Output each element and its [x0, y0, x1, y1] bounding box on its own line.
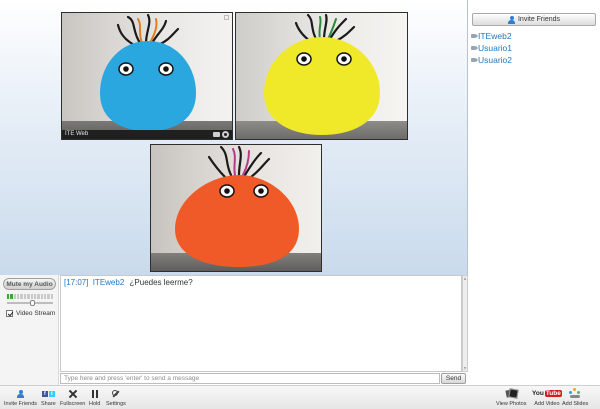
user-list-item[interactable]: Usuario2 — [471, 54, 512, 66]
video-stream-toggle[interactable]: Video Stream — [6, 310, 55, 317]
youtube-you-text: You — [532, 390, 544, 397]
invite-friends-tool-label: Invite Friends — [4, 401, 38, 407]
balloon-figure — [175, 145, 299, 267]
video-caption: ITE Web — [62, 130, 232, 139]
meter-segment — [30, 294, 33, 299]
twitter-icon: t — [48, 390, 55, 397]
meter-segment — [47, 294, 50, 299]
settings-tool[interactable]: Settings — [106, 388, 126, 407]
share-tool[interactable]: f t Share — [41, 388, 56, 407]
video-tile-usuario2[interactable] — [150, 144, 322, 272]
add-slides-tool[interactable]: Add Slides — [562, 388, 588, 407]
invite-friends-button[interactable]: Invite Friends — [472, 13, 596, 26]
user-name: Usuario2 — [478, 55, 513, 65]
mute-audio-button[interactable]: Mute my Audio — [3, 278, 56, 290]
meter-segment — [50, 294, 54, 299]
send-label: Send — [445, 375, 462, 382]
view-photos-tool-label: View Photos — [496, 401, 527, 407]
webcam-icon — [471, 46, 478, 50]
meter-segment — [10, 294, 13, 299]
youtube-tube-text: Tube — [544, 390, 562, 397]
meter-segment — [23, 294, 27, 299]
chat-scrollbar[interactable] — [462, 275, 468, 372]
balloon-figure — [264, 13, 380, 135]
expand-icon[interactable] — [224, 15, 229, 20]
people-icon — [507, 15, 515, 24]
video-tile-ite-web[interactable]: ITE Web — [61, 12, 233, 140]
settings-tool-label: Settings — [106, 401, 126, 407]
webcam-icon — [471, 58, 478, 62]
meter-segment — [13, 294, 17, 299]
send-button[interactable]: Send — [441, 373, 466, 384]
user-name: Usuario1 — [478, 43, 513, 53]
slides-icon — [569, 388, 581, 399]
youtube-icon: You Tube — [532, 390, 562, 397]
gear-icon[interactable] — [222, 131, 229, 138]
chat-log: [17:07] ITEweb2 ¿Puedes leerme? — [60, 275, 462, 372]
meter-segment — [17, 294, 20, 299]
video-tile-usuario1[interactable] — [235, 12, 408, 140]
add-video-tool-label: Add Video — [534, 401, 560, 407]
volume-slider-handle[interactable] — [29, 300, 35, 306]
hold-tool[interactable]: Hold — [89, 388, 100, 407]
chat-message: [17:07] ITEweb2 ¿Puedes leerme? — [64, 278, 458, 288]
hold-tool-label: Hold — [89, 401, 101, 407]
bottom-toolbar: Invite Friends f t Share Fullscreen Hold… — [0, 385, 600, 409]
user-list-item[interactable]: ITEweb2 — [471, 30, 512, 42]
wrench-icon — [111, 389, 120, 398]
fullscreen-tool[interactable]: Fullscreen — [60, 388, 85, 407]
meter-segment — [37, 294, 40, 299]
message-input[interactable] — [60, 373, 440, 384]
audio-level-meter — [7, 294, 54, 299]
user-name: ITEweb2 — [478, 31, 512, 41]
photos-icon — [506, 389, 517, 398]
view-photos-tool[interactable]: View Photos — [496, 388, 526, 407]
meter-segment — [7, 294, 10, 299]
people-icon — [17, 389, 24, 398]
chat-timestamp: [17:07] — [64, 278, 89, 287]
camera-icon[interactable] — [213, 132, 220, 137]
audio-controls: Mute my Audio Video Stream — [0, 275, 59, 385]
mute-audio-label: Mute my Audio — [6, 280, 53, 288]
balloon-figure — [100, 13, 196, 131]
meter-segment — [20, 294, 23, 299]
facebook-icon: f — [41, 390, 48, 397]
video-stream-label: Video Stream — [16, 310, 56, 317]
invite-friends-tool[interactable]: Invite Friends — [4, 388, 37, 407]
share-tool-label: Share — [41, 401, 56, 407]
user-list-item[interactable]: Usuario1 — [471, 42, 512, 54]
meter-segment — [33, 294, 37, 299]
video-stream-checkbox[interactable] — [6, 310, 13, 317]
fullscreen-tool-label: Fullscreen — [60, 401, 86, 407]
meter-segment — [40, 294, 43, 299]
pause-icon — [91, 389, 98, 398]
chat-text: ¿Puedes leerme? — [129, 278, 193, 287]
webcam-icon — [471, 34, 478, 38]
meter-segment — [43, 294, 47, 299]
user-list: ITEweb2 Usuario1 Usuario2 — [471, 30, 512, 66]
meter-segment — [27, 294, 30, 299]
volume-slider[interactable] — [7, 300, 53, 306]
video-stage: ITE Web — [0, 0, 468, 275]
add-slides-tool-label: Add Slides — [562, 401, 589, 407]
chat-username[interactable]: ITEweb2 — [93, 278, 125, 287]
video-caption-label: ITE Web — [65, 131, 89, 137]
add-video-tool[interactable]: You Tube Add Video — [532, 388, 562, 407]
invite-friends-label: Invite Friends — [517, 16, 561, 23]
user-panel: Invite Friends ITEweb2 Usuario1 Usuario2 — [469, 10, 600, 285]
fullscreen-icon — [69, 390, 77, 398]
